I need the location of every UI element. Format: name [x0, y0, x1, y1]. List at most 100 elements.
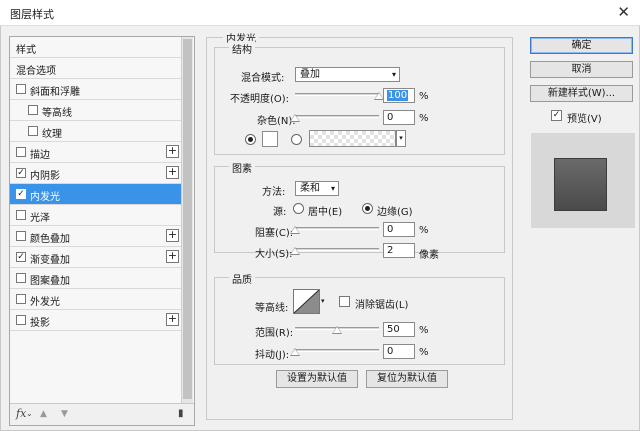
- style-preview: [531, 133, 635, 228]
- style-checkbox[interactable]: [16, 147, 26, 157]
- chevron-down-icon[interactable]: ▾: [396, 130, 406, 147]
- style-list-item[interactable]: 颜色叠加 +: [10, 226, 182, 247]
- chevron-down-icon[interactable]: ▾: [321, 297, 325, 305]
- opacity-input[interactable]: 100: [383, 88, 415, 103]
- style-checkbox[interactable]: [16, 231, 26, 241]
- jitter-input[interactable]: 0: [383, 344, 415, 359]
- noise-input[interactable]: 0: [383, 110, 415, 125]
- window-title: 图层样式: [10, 8, 54, 21]
- plus-icon[interactable]: +: [166, 145, 179, 158]
- style-checkbox[interactable]: [16, 273, 26, 283]
- ok-button[interactable]: 确定: [530, 37, 633, 54]
- style-list-item[interactable]: ✓ 内阴影 +: [10, 163, 182, 184]
- style-list-item-label: 等高线: [42, 108, 72, 119]
- preview-label[interactable]: 预览(V): [567, 110, 602, 125]
- style-list-item[interactable]: 图案叠加: [10, 268, 182, 289]
- choke-slider-handle[interactable]: [290, 226, 300, 234]
- new-style-button[interactable]: 新建样式(W)...: [530, 85, 633, 102]
- style-list-item-label: 描边: [30, 150, 50, 161]
- method-label: 方法:: [262, 187, 286, 198]
- arrow-up-icon[interactable]: ▲: [40, 409, 47, 419]
- choke-slider[interactable]: [295, 227, 379, 230]
- source-edge-radio[interactable]: [362, 203, 373, 214]
- style-list-item[interactable]: ✓ 内发光: [10, 184, 182, 205]
- choke-value: 0: [387, 224, 394, 235]
- style-checkbox[interactable]: [16, 315, 26, 325]
- style-list-header-label: 样式: [16, 45, 36, 56]
- style-list-item[interactable]: 斜面和浮雕: [10, 79, 182, 100]
- scrollbar[interactable]: [181, 37, 193, 403]
- size-slider-handle[interactable]: [290, 247, 300, 255]
- plus-icon[interactable]: +: [166, 166, 179, 179]
- size-input[interactable]: 2: [383, 243, 415, 258]
- trash-icon[interactable]: ▮: [178, 408, 184, 419]
- arrow-down-icon[interactable]: ▼: [61, 409, 68, 419]
- source-center-radio[interactable]: [293, 203, 304, 214]
- source-edge-label[interactable]: 边缘(G): [377, 203, 413, 218]
- glow-color-swatch[interactable]: [262, 131, 278, 147]
- jitter-slider[interactable]: [295, 349, 379, 352]
- plus-icon[interactable]: +: [166, 313, 179, 326]
- style-checkbox[interactable]: [16, 294, 26, 304]
- contour-curve-icon: [293, 289, 320, 314]
- style-list-item-label: 混合选项: [16, 66, 56, 77]
- make-default-button[interactable]: 设置为默认值: [276, 370, 358, 388]
- style-list-item-label: 内阴影: [30, 171, 60, 182]
- style-list-item[interactable]: 描边 +: [10, 142, 182, 163]
- source-center-label[interactable]: 居中(E): [308, 203, 342, 218]
- style-list-item[interactable]: ✓ 渐变叠加 +: [10, 247, 182, 268]
- range-value: 50: [387, 324, 400, 335]
- antialias-label[interactable]: 消除锯齿(L): [355, 296, 408, 311]
- style-list-header[interactable]: 样式: [10, 37, 182, 58]
- fx-icon[interactable]: fx: [16, 407, 26, 420]
- range-label: 范围(R):: [255, 328, 294, 339]
- style-checkbox[interactable]: [28, 126, 38, 136]
- blend-mode-select[interactable]: 叠加 ▾: [295, 67, 400, 82]
- style-list-item-label: 内发光: [30, 192, 60, 203]
- glow-gradient-picker[interactable]: [309, 130, 396, 147]
- style-list-item[interactable]: 等高线: [10, 100, 182, 121]
- size-unit: 像素: [419, 250, 439, 261]
- style-checkbox[interactable]: [16, 84, 26, 94]
- noise-slider[interactable]: [295, 115, 379, 118]
- style-list-item[interactable]: 纹理: [10, 121, 182, 142]
- title-bar: 图层样式 ✕: [0, 0, 640, 26]
- style-checkbox[interactable]: [16, 210, 26, 220]
- choke-input[interactable]: 0: [383, 222, 415, 237]
- fx-menu-chevron-icon[interactable]: ⌄: [26, 409, 33, 418]
- reset-default-button[interactable]: 复位为默认值: [366, 370, 448, 388]
- style-list-item[interactable]: 光泽: [10, 205, 182, 226]
- style-checkbox[interactable]: [28, 105, 38, 115]
- jitter-slider-handle[interactable]: [290, 348, 300, 356]
- style-list-item[interactable]: 外发光: [10, 289, 182, 310]
- scrollbar-thumb[interactable]: [183, 39, 192, 399]
- style-list-item[interactable]: 投影 +: [10, 310, 182, 331]
- style-checkbox[interactable]: ✓: [16, 252, 26, 262]
- gradient-radio[interactable]: [291, 134, 302, 145]
- cancel-button[interactable]: 取消: [530, 61, 633, 78]
- close-icon[interactable]: ✕: [617, 3, 630, 21]
- noise-slider-handle[interactable]: [290, 114, 300, 122]
- preview-checkbox[interactable]: ✓: [551, 110, 562, 121]
- opacity-label: 不透明度(O):: [230, 94, 290, 105]
- method-select[interactable]: 柔和 ▾: [295, 181, 339, 196]
- style-checkbox[interactable]: ✓: [16, 168, 26, 178]
- style-list-item[interactable]: 混合选项: [10, 58, 182, 79]
- style-checkbox[interactable]: ✓: [16, 189, 26, 199]
- size-slider[interactable]: [295, 248, 379, 251]
- style-list-item-label: 图案叠加: [30, 276, 70, 287]
- range-input[interactable]: 50: [383, 322, 415, 337]
- elements-group: [214, 166, 505, 253]
- opacity-slider[interactable]: [295, 93, 379, 96]
- chevron-down-icon: ▾: [391, 70, 396, 79]
- color-radio[interactable]: [245, 134, 256, 145]
- jitter-label: 抖动(J):: [255, 350, 290, 361]
- antialias-checkbox[interactable]: [339, 296, 350, 307]
- plus-icon[interactable]: +: [166, 250, 179, 263]
- plus-icon[interactable]: +: [166, 229, 179, 242]
- elements-title: 图素: [229, 160, 255, 175]
- contour-picker[interactable]: [293, 289, 320, 314]
- jitter-unit: %: [419, 347, 429, 358]
- style-list: 样式 混合选项斜面和浮雕等高线纹理描边 + ✓ 内阴影 + ✓ 内发光光泽 颜色叠加 + ✓ 渐变叠…: [9, 36, 195, 426]
- range-slider-handle[interactable]: [332, 326, 342, 334]
